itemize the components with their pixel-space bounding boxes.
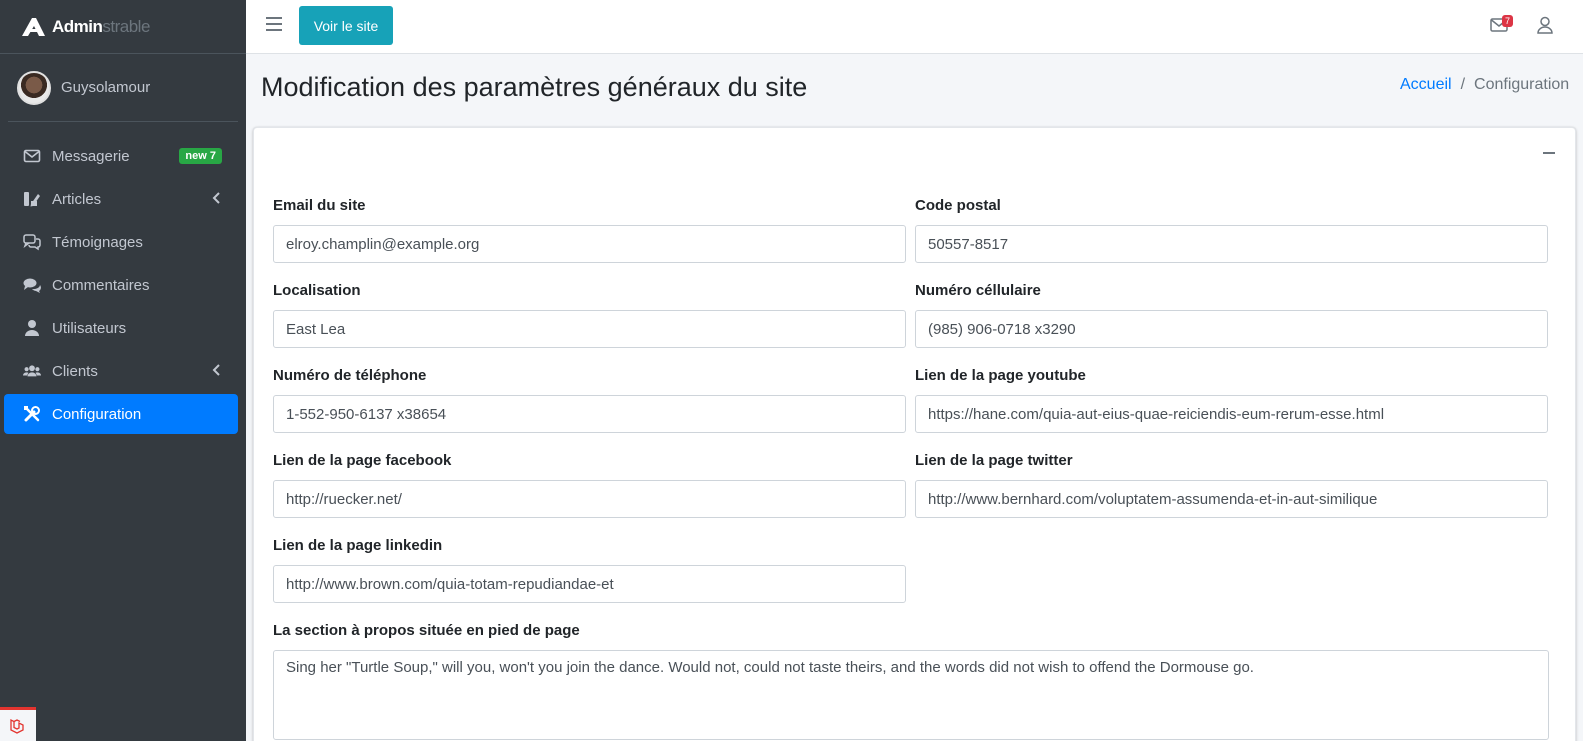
about-section-label: La section à propos située en pied de pa… xyxy=(273,622,580,639)
linkedin-field-group: Lien de la page linkedin xyxy=(273,537,906,603)
breadcrumb: Accueil / Configuration xyxy=(1400,76,1569,94)
cell-phone-input[interactable] xyxy=(915,310,1548,348)
phone-label: Numéro de téléphone xyxy=(273,367,427,384)
laravel-logo-icon xyxy=(10,718,24,734)
sidebar: Adminstrable Guysolamour Messagerie new … xyxy=(0,0,246,741)
cell-field-group: Numéro céllulaire xyxy=(915,282,1548,348)
location-input[interactable] xyxy=(273,310,906,348)
comments-outline-icon xyxy=(22,232,42,252)
chevron-left-icon xyxy=(212,364,220,376)
sidebar-item-label: Utilisateurs xyxy=(52,319,127,337)
email-field-group: Email du site xyxy=(273,197,906,263)
visit-site-button[interactable]: Voir le site xyxy=(299,6,393,45)
youtube-input[interactable] xyxy=(915,395,1548,433)
new-messages-badge: new 7 xyxy=(179,148,222,164)
laravel-debugbar-icon[interactable] xyxy=(0,707,36,741)
linkedin-label: Lien de la page linkedin xyxy=(273,537,443,554)
sidebar-item-clients[interactable]: Clients xyxy=(4,351,238,391)
sidebar-item-label: Témoignages xyxy=(52,233,143,251)
location-label: Localisation xyxy=(273,282,361,299)
chevron-left-icon xyxy=(212,192,220,204)
mail-count-badge: 7 xyxy=(1502,15,1514,27)
avatar xyxy=(17,70,51,105)
sidebar-item-utilisateurs[interactable]: Utilisateurs xyxy=(4,308,238,348)
postal-code-input[interactable] xyxy=(915,225,1548,263)
tools-icon xyxy=(22,404,42,424)
user-panel[interactable]: Guysolamour xyxy=(8,54,238,122)
email-input[interactable] xyxy=(273,225,906,263)
top-navbar: Voir le site 7 xyxy=(246,0,1583,54)
twitter-field-group: Lien de la page twitter xyxy=(915,452,1548,518)
postal-code-label: Code postal xyxy=(915,197,1001,214)
user-icon xyxy=(22,318,42,338)
phone-field-group: Numéro de téléphone xyxy=(273,367,906,433)
page-title: Modification des paramètres généraux du … xyxy=(261,72,808,102)
brand-text: Adminstrable xyxy=(52,16,150,36)
brand-logo-icon xyxy=(22,17,45,36)
sidebar-item-articles[interactable]: Articles xyxy=(4,179,238,219)
sidebar-item-configuration[interactable]: Configuration xyxy=(4,394,238,434)
youtube-field-group: Lien de la page youtube xyxy=(915,367,1548,433)
linkedin-input[interactable] xyxy=(273,565,906,603)
sidebar-item-label: Clients xyxy=(52,362,98,380)
user-outline-icon[interactable] xyxy=(1536,16,1554,34)
location-field-group: Localisation xyxy=(273,282,906,348)
cell-phone-label: Numéro céllulaire xyxy=(915,282,1041,299)
users-icon xyxy=(22,361,42,381)
about-field-group: La section à propos située en pied de pa… xyxy=(273,622,1549,740)
comments-icon xyxy=(22,275,42,295)
facebook-field-group: Lien de la page facebook xyxy=(273,452,906,518)
breadcrumb-separator: / xyxy=(1460,76,1466,93)
sidebar-item-temoignages[interactable]: Témoignages xyxy=(4,222,238,262)
hamburger-menu-icon[interactable] xyxy=(266,17,282,31)
facebook-input[interactable] xyxy=(273,480,906,518)
sidebar-item-label: Commentaires xyxy=(52,276,150,294)
pencil-ruler-icon xyxy=(22,189,42,209)
envelope-icon xyxy=(22,146,42,166)
sidebar-item-commentaires[interactable]: Commentaires xyxy=(4,265,238,305)
sidebar-item-label: Messagerie xyxy=(52,147,130,165)
settings-card: Email du site Code postal Localisation N… xyxy=(253,127,1576,741)
sidebar-item-messagerie[interactable]: Messagerie new 7 xyxy=(4,136,238,176)
brand-link[interactable]: Adminstrable xyxy=(0,0,246,54)
breadcrumb-current: Configuration xyxy=(1474,76,1570,93)
sidebar-item-label: Articles xyxy=(52,190,102,208)
youtube-label: Lien de la page youtube xyxy=(915,367,1086,384)
phone-input[interactable] xyxy=(273,395,906,433)
postal-field-group: Code postal xyxy=(915,197,1548,263)
sidebar-item-label: Configuration xyxy=(52,405,142,423)
about-section-textarea[interactable]: Sing her "Turtle Soup," will you, won't … xyxy=(273,650,1549,740)
sidebar-nav: Messagerie new 7 Articles Témoignages Co… xyxy=(0,136,246,434)
user-name[interactable]: Guysolamour xyxy=(61,79,150,96)
breadcrumb-home-link[interactable]: Accueil xyxy=(1400,76,1452,93)
collapse-minus-icon[interactable] xyxy=(1543,152,1555,154)
twitter-input[interactable] xyxy=(915,480,1548,518)
twitter-label: Lien de la page twitter xyxy=(915,452,1073,469)
facebook-label: Lien de la page facebook xyxy=(273,452,452,469)
email-label: Email du site xyxy=(273,197,366,214)
